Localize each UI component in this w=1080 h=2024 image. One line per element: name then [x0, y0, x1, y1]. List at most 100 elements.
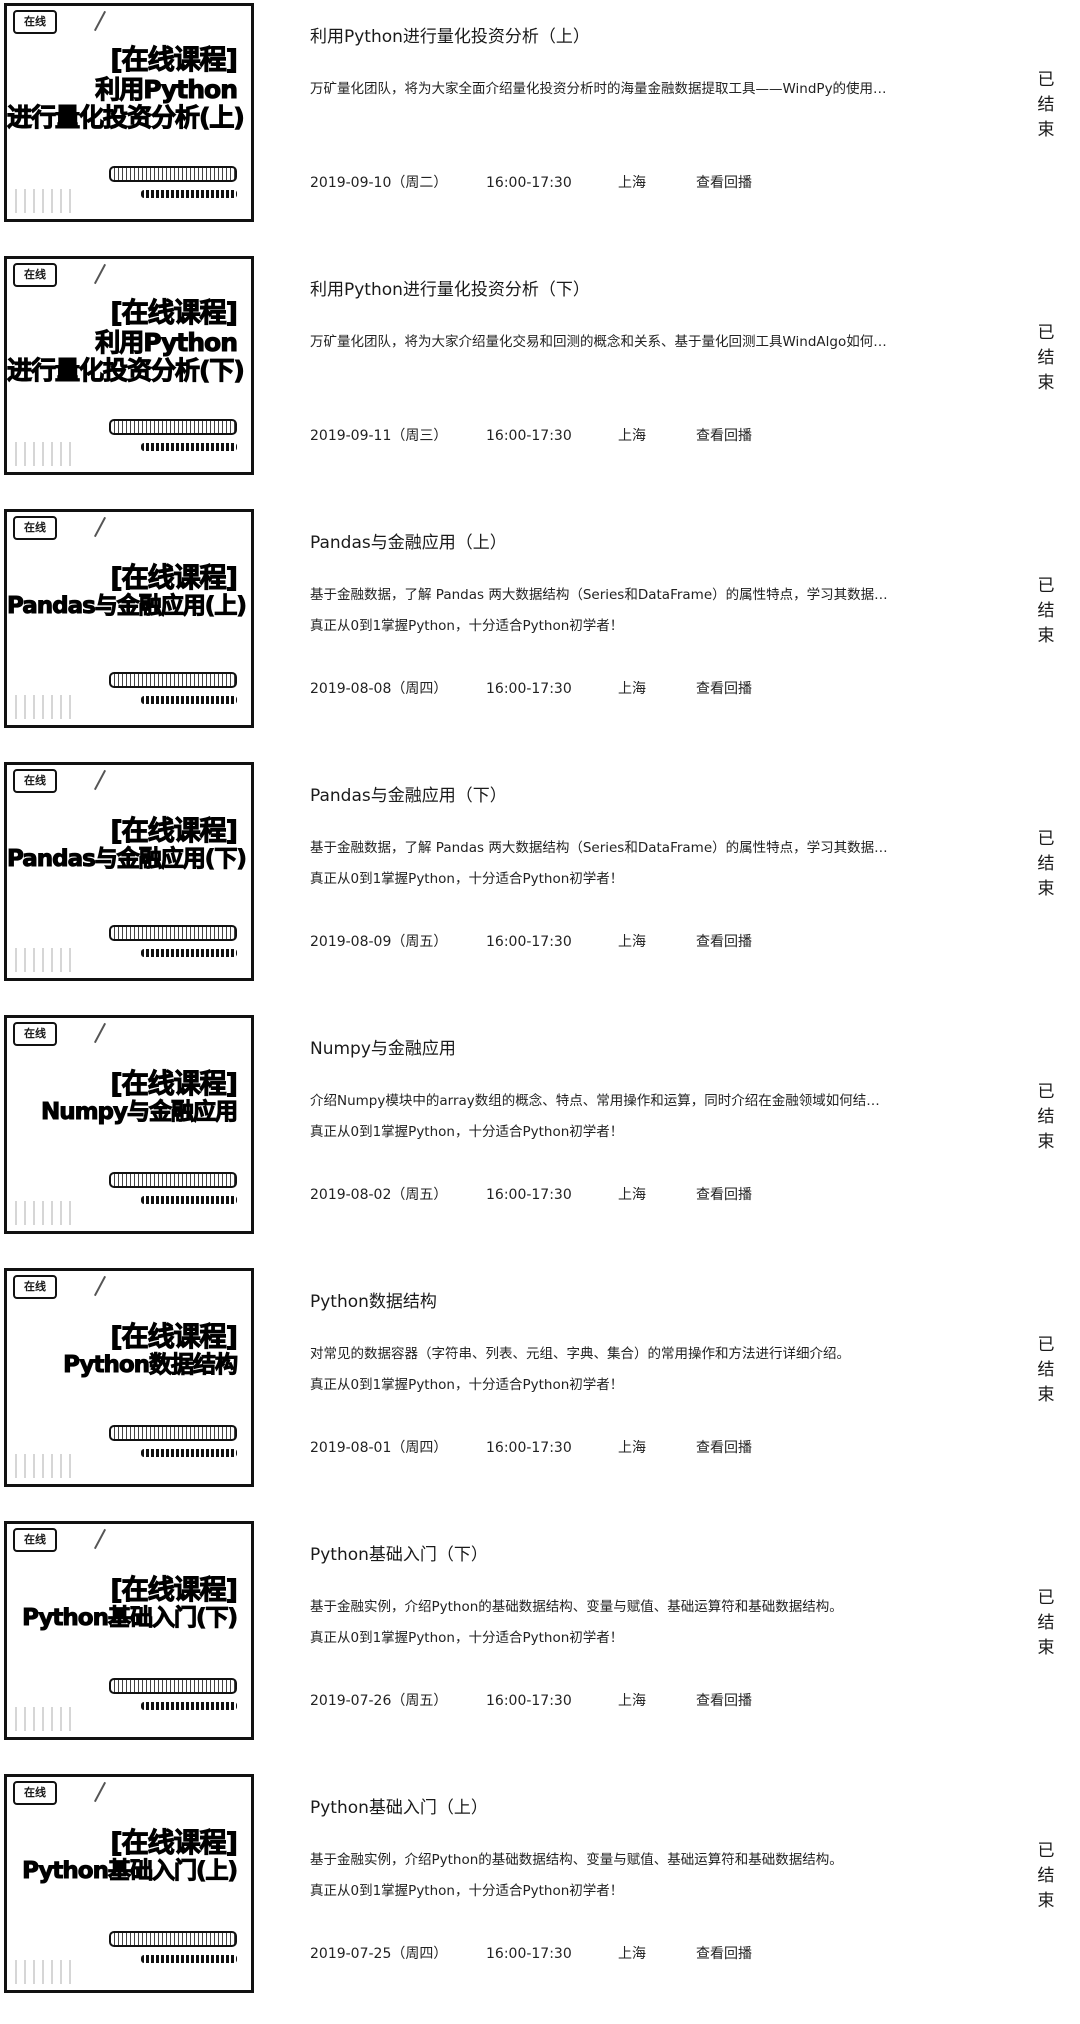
view-replay-link[interactable]: 查看回播	[696, 1943, 752, 1963]
thumbnail-line: [在线课程]	[110, 1322, 239, 1353]
thumbnail-dots	[141, 1955, 237, 1963]
view-replay-link[interactable]: 查看回播	[696, 931, 752, 951]
course-thumbnail[interactable]: 在线 [在线课程] Python数据结构	[4, 1268, 254, 1487]
thumbnail-headline: [在线课程] Python基础入门(上)	[7, 1828, 239, 1885]
view-replay-link[interactable]: 查看回播	[696, 678, 752, 698]
view-replay-link[interactable]: 查看回播	[696, 172, 752, 192]
course-item[interactable]: 在线 [在线课程] Python数据结构 Python数据结构 对常见的数据容器…	[0, 1265, 1080, 1518]
course-description: 基于金融数据，了解 Pandas 两大数据结构（Series和DataFrame…	[310, 833, 970, 895]
thumbnail-headline: [在线课程] Numpy与金融应用	[7, 1069, 239, 1126]
thumbnail-info-pill	[109, 925, 237, 941]
course-city: 上海	[618, 934, 646, 950]
course-thumbnail[interactable]: 在线 [在线课程] Pandas与金融应用(上)	[4, 509, 254, 728]
thumbnail-line: 利用Python	[95, 75, 239, 105]
view-replay-link[interactable]: 查看回播	[696, 425, 752, 445]
status-badge: 已结束	[1037, 1335, 1055, 1405]
thumbnail-dots	[141, 190, 237, 198]
thumbnail-line: [在线课程]	[110, 1828, 239, 1859]
thumbnail-texture	[15, 1454, 75, 1478]
course-item[interactable]: 在线 [在线课程] Pandas与金融应用(上) Pandas与金融应用（上） …	[0, 506, 1080, 759]
thumbnail-info-pill	[109, 419, 237, 435]
description-line: 真正从0到1掌握Python，十分适合Python初学者！	[310, 1883, 624, 1899]
decorative-mark	[93, 1022, 107, 1044]
thumbnail-line: Python基础入门(上)	[22, 1858, 239, 1885]
view-replay-link[interactable]: 查看回播	[696, 1690, 752, 1710]
thumbnail-line: Python基础入门(下)	[22, 1605, 239, 1632]
course-item[interactable]: 在线 [在线课程] Python基础入门(上) Python基础入门（上） 基于…	[0, 1771, 1080, 2024]
thumbnail-line: [在线课程]	[110, 563, 239, 594]
thumbnail-line: 利用Python	[95, 328, 239, 358]
decorative-mark	[93, 1528, 107, 1550]
course-thumbnail[interactable]: 在线 [在线课程] 利用Python 进行量化投资分析(下)	[4, 256, 254, 475]
course-date: 2019-07-25（周四）	[310, 1946, 448, 1962]
course-title[interactable]: 利用Python进行量化投资分析（上）	[310, 22, 590, 47]
thumbnail-dots	[141, 1449, 237, 1457]
course-thumbnail[interactable]: 在线 [在线课程] 利用Python 进行量化投资分析(上)	[4, 3, 254, 222]
course-time: 16:00-17:30	[486, 934, 572, 950]
course-time: 16:00-17:30	[486, 1187, 572, 1203]
description-line: 真正从0到1掌握Python，十分适合Python初学者！	[310, 1377, 624, 1393]
course-title[interactable]: Python基础入门（上）	[310, 1793, 488, 1818]
course-description: 基于金融实例，介绍Python的基础数据结构、变量与赋值、基础运算符和基础数据结…	[310, 1592, 970, 1654]
view-replay-link[interactable]: 查看回播	[696, 1437, 752, 1457]
live-badge: 在线	[13, 1528, 57, 1552]
course-title[interactable]: 利用Python进行量化投资分析（下）	[310, 275, 590, 300]
decorative-mark	[93, 263, 107, 285]
course-time: 16:00-17:30	[486, 681, 572, 697]
course-description: 对常见的数据容器（字符串、列表、元组、字典、集合）的常用操作和方法进行详细介绍。…	[310, 1339, 970, 1401]
description-line: 基于金融数据，了解 Pandas 两大数据结构（Series和DataFrame…	[310, 840, 888, 856]
course-item[interactable]: 在线 [在线课程] Numpy与金融应用 Numpy与金融应用 介绍Numpy模…	[0, 1012, 1080, 1265]
status-badge: 已结束	[1037, 323, 1055, 393]
course-item[interactable]: 在线 [在线课程] 利用Python 进行量化投资分析(下) 利用Python进…	[0, 253, 1080, 506]
course-title[interactable]: Numpy与金融应用	[310, 1034, 456, 1059]
thumbnail-info-pill	[109, 1678, 237, 1694]
course-title[interactable]: Pandas与金融应用（下）	[310, 781, 507, 806]
course-meta: 2019-08-09（周五） 16:00-17:30 上海 查看回播	[310, 931, 752, 951]
course-description: 万矿量化团队，将为大家介绍量化交易和回测的概念和关系、基于量化回测工具WindA…	[310, 327, 970, 358]
course-date: 2019-07-26（周五）	[310, 1693, 448, 1709]
thumbnail-line: Pandas与金融应用(下)	[7, 846, 247, 873]
course-item[interactable]: 在线 [在线课程] Pandas与金融应用(下) Pandas与金融应用（下） …	[0, 759, 1080, 1012]
decorative-mark	[93, 10, 107, 32]
description-line: 基于金融实例，介绍Python的基础数据结构、变量与赋值、基础运算符和基础数据结…	[310, 1599, 843, 1615]
thumbnail-texture	[15, 1201, 75, 1225]
course-thumbnail[interactable]: 在线 [在线课程] Pandas与金融应用(下)	[4, 762, 254, 981]
live-badge: 在线	[13, 10, 57, 34]
view-replay-link[interactable]: 查看回播	[696, 1184, 752, 1204]
description-line: 基于金融数据，了解 Pandas 两大数据结构（Series和DataFrame…	[310, 587, 888, 603]
thumbnail-headline: [在线课程] Python数据结构	[7, 1322, 239, 1379]
course-description: 介绍Numpy模块中的array数组的概念、特点、常用操作和运算，同时介绍在金融…	[310, 1086, 970, 1148]
thumbnail-line: [在线课程]	[110, 298, 239, 329]
course-title[interactable]: Python基础入门（下）	[310, 1540, 488, 1565]
course-date: 2019-09-11（周三）	[310, 428, 448, 444]
description-line: 真正从0到1掌握Python，十分适合Python初学者！	[310, 618, 624, 634]
course-time: 16:00-17:30	[486, 428, 572, 444]
description-line: 真正从0到1掌握Python，十分适合Python初学者！	[310, 871, 624, 887]
thumbnail-info-pill	[109, 1172, 237, 1188]
thumbnail-info-pill	[109, 1931, 237, 1947]
thumbnail-texture	[15, 1707, 75, 1731]
description-line: 万矿量化团队，将为大家全面介绍量化投资分析时的海量金融数据提取工具——WindP…	[310, 81, 887, 97]
thumbnail-line: [在线课程]	[110, 1069, 239, 1100]
thumbnail-line: 进行量化投资分析(下)	[7, 356, 245, 386]
course-meta: 2019-08-01（周四） 16:00-17:30 上海 查看回播	[310, 1437, 752, 1457]
course-item[interactable]: 在线 [在线课程] 利用Python 进行量化投资分析(上) 利用Python进…	[0, 0, 1080, 253]
status-badge: 已结束	[1037, 1841, 1055, 1911]
thumbnail-texture	[15, 189, 75, 213]
course-title[interactable]: Python数据结构	[310, 1287, 437, 1312]
thumbnail-info-pill	[109, 672, 237, 688]
course-date: 2019-09-10（周二）	[310, 175, 448, 191]
course-item[interactable]: 在线 [在线课程] Python基础入门(下) Python基础入门（下） 基于…	[0, 1518, 1080, 1771]
course-meta: 2019-07-25（周四） 16:00-17:30 上海 查看回播	[310, 1943, 752, 1963]
course-thumbnail[interactable]: 在线 [在线课程] Numpy与金融应用	[4, 1015, 254, 1234]
course-description: 万矿量化团队，将为大家全面介绍量化投资分析时的海量金融数据提取工具——WindP…	[310, 74, 970, 105]
thumbnail-dots	[141, 1196, 237, 1204]
course-meta: 2019-09-10（周二） 16:00-17:30 上海 查看回播	[310, 172, 752, 192]
course-meta: 2019-07-26（周五） 16:00-17:30 上海 查看回播	[310, 1690, 752, 1710]
course-thumbnail[interactable]: 在线 [在线课程] Python基础入门(上)	[4, 1774, 254, 1993]
thumbnail-headline: [在线课程] Pandas与金融应用(下)	[7, 816, 247, 873]
course-thumbnail[interactable]: 在线 [在线课程] Python基础入门(下)	[4, 1521, 254, 1740]
course-title[interactable]: Pandas与金融应用（上）	[310, 528, 507, 553]
thumbnail-texture	[15, 442, 75, 466]
course-city: 上海	[618, 1440, 646, 1456]
